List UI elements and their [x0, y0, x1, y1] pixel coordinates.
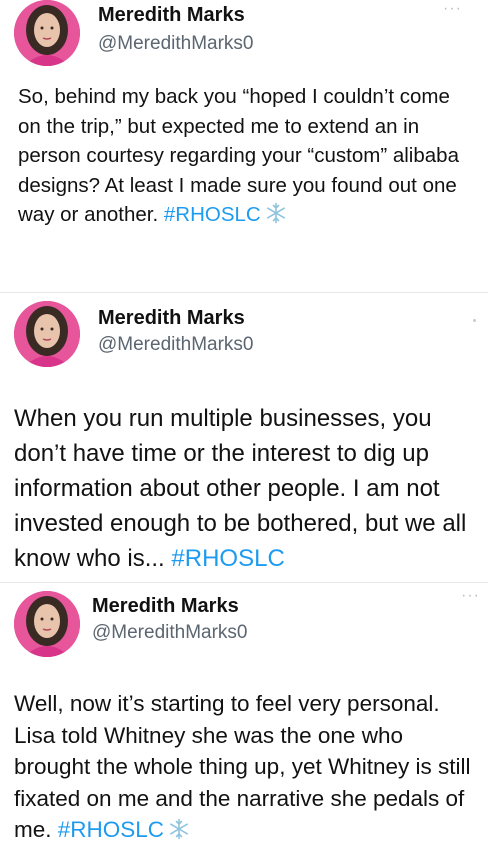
more-options-icon[interactable]: ···: [443, 0, 462, 18]
avatar[interactable]: [14, 301, 80, 367]
tweet-text: So, behind my back you “hoped I couldn’t…: [18, 82, 474, 233]
author-name[interactable]: Meredith Marks: [98, 307, 245, 330]
tweet-card[interactable]: Meredith Marks @MeredithMarks0 ··· Well,…: [0, 582, 488, 858]
more-options-icon[interactable]: [473, 319, 476, 322]
snowflake-icon: [168, 817, 190, 849]
author-name[interactable]: Meredith Marks: [98, 4, 245, 27]
tweet-text: Well, now it’s starting to feel very per…: [14, 688, 474, 849]
tweet-card[interactable]: Meredith Marks @MeredithMarks0 ··· So, b…: [0, 0, 488, 292]
avatar[interactable]: [14, 0, 80, 66]
avatar[interactable]: [14, 591, 80, 657]
tweet-card[interactable]: Meredith Marks @MeredithMarks0 When you …: [0, 292, 488, 583]
author-handle[interactable]: @MeredithMarks0: [92, 622, 248, 644]
author-handle[interactable]: @MeredithMarks0: [98, 334, 254, 356]
snowflake-icon: [265, 202, 287, 233]
hashtag-link[interactable]: #RHOSLC: [164, 203, 261, 226]
tweet-text: When you run multiple businesses, you do…: [14, 401, 474, 576]
avatar-portrait-icon: [14, 0, 80, 66]
avatar-portrait-icon: [14, 591, 80, 657]
hashtag-link[interactable]: #RHOSLC: [58, 817, 164, 842]
avatar-portrait-icon: [14, 301, 80, 367]
author-handle[interactable]: @MeredithMarks0: [98, 33, 254, 55]
hashtag-link[interactable]: #RHOSLC: [171, 545, 284, 572]
more-options-icon[interactable]: ···: [461, 587, 480, 605]
author-name[interactable]: Meredith Marks: [92, 595, 239, 618]
